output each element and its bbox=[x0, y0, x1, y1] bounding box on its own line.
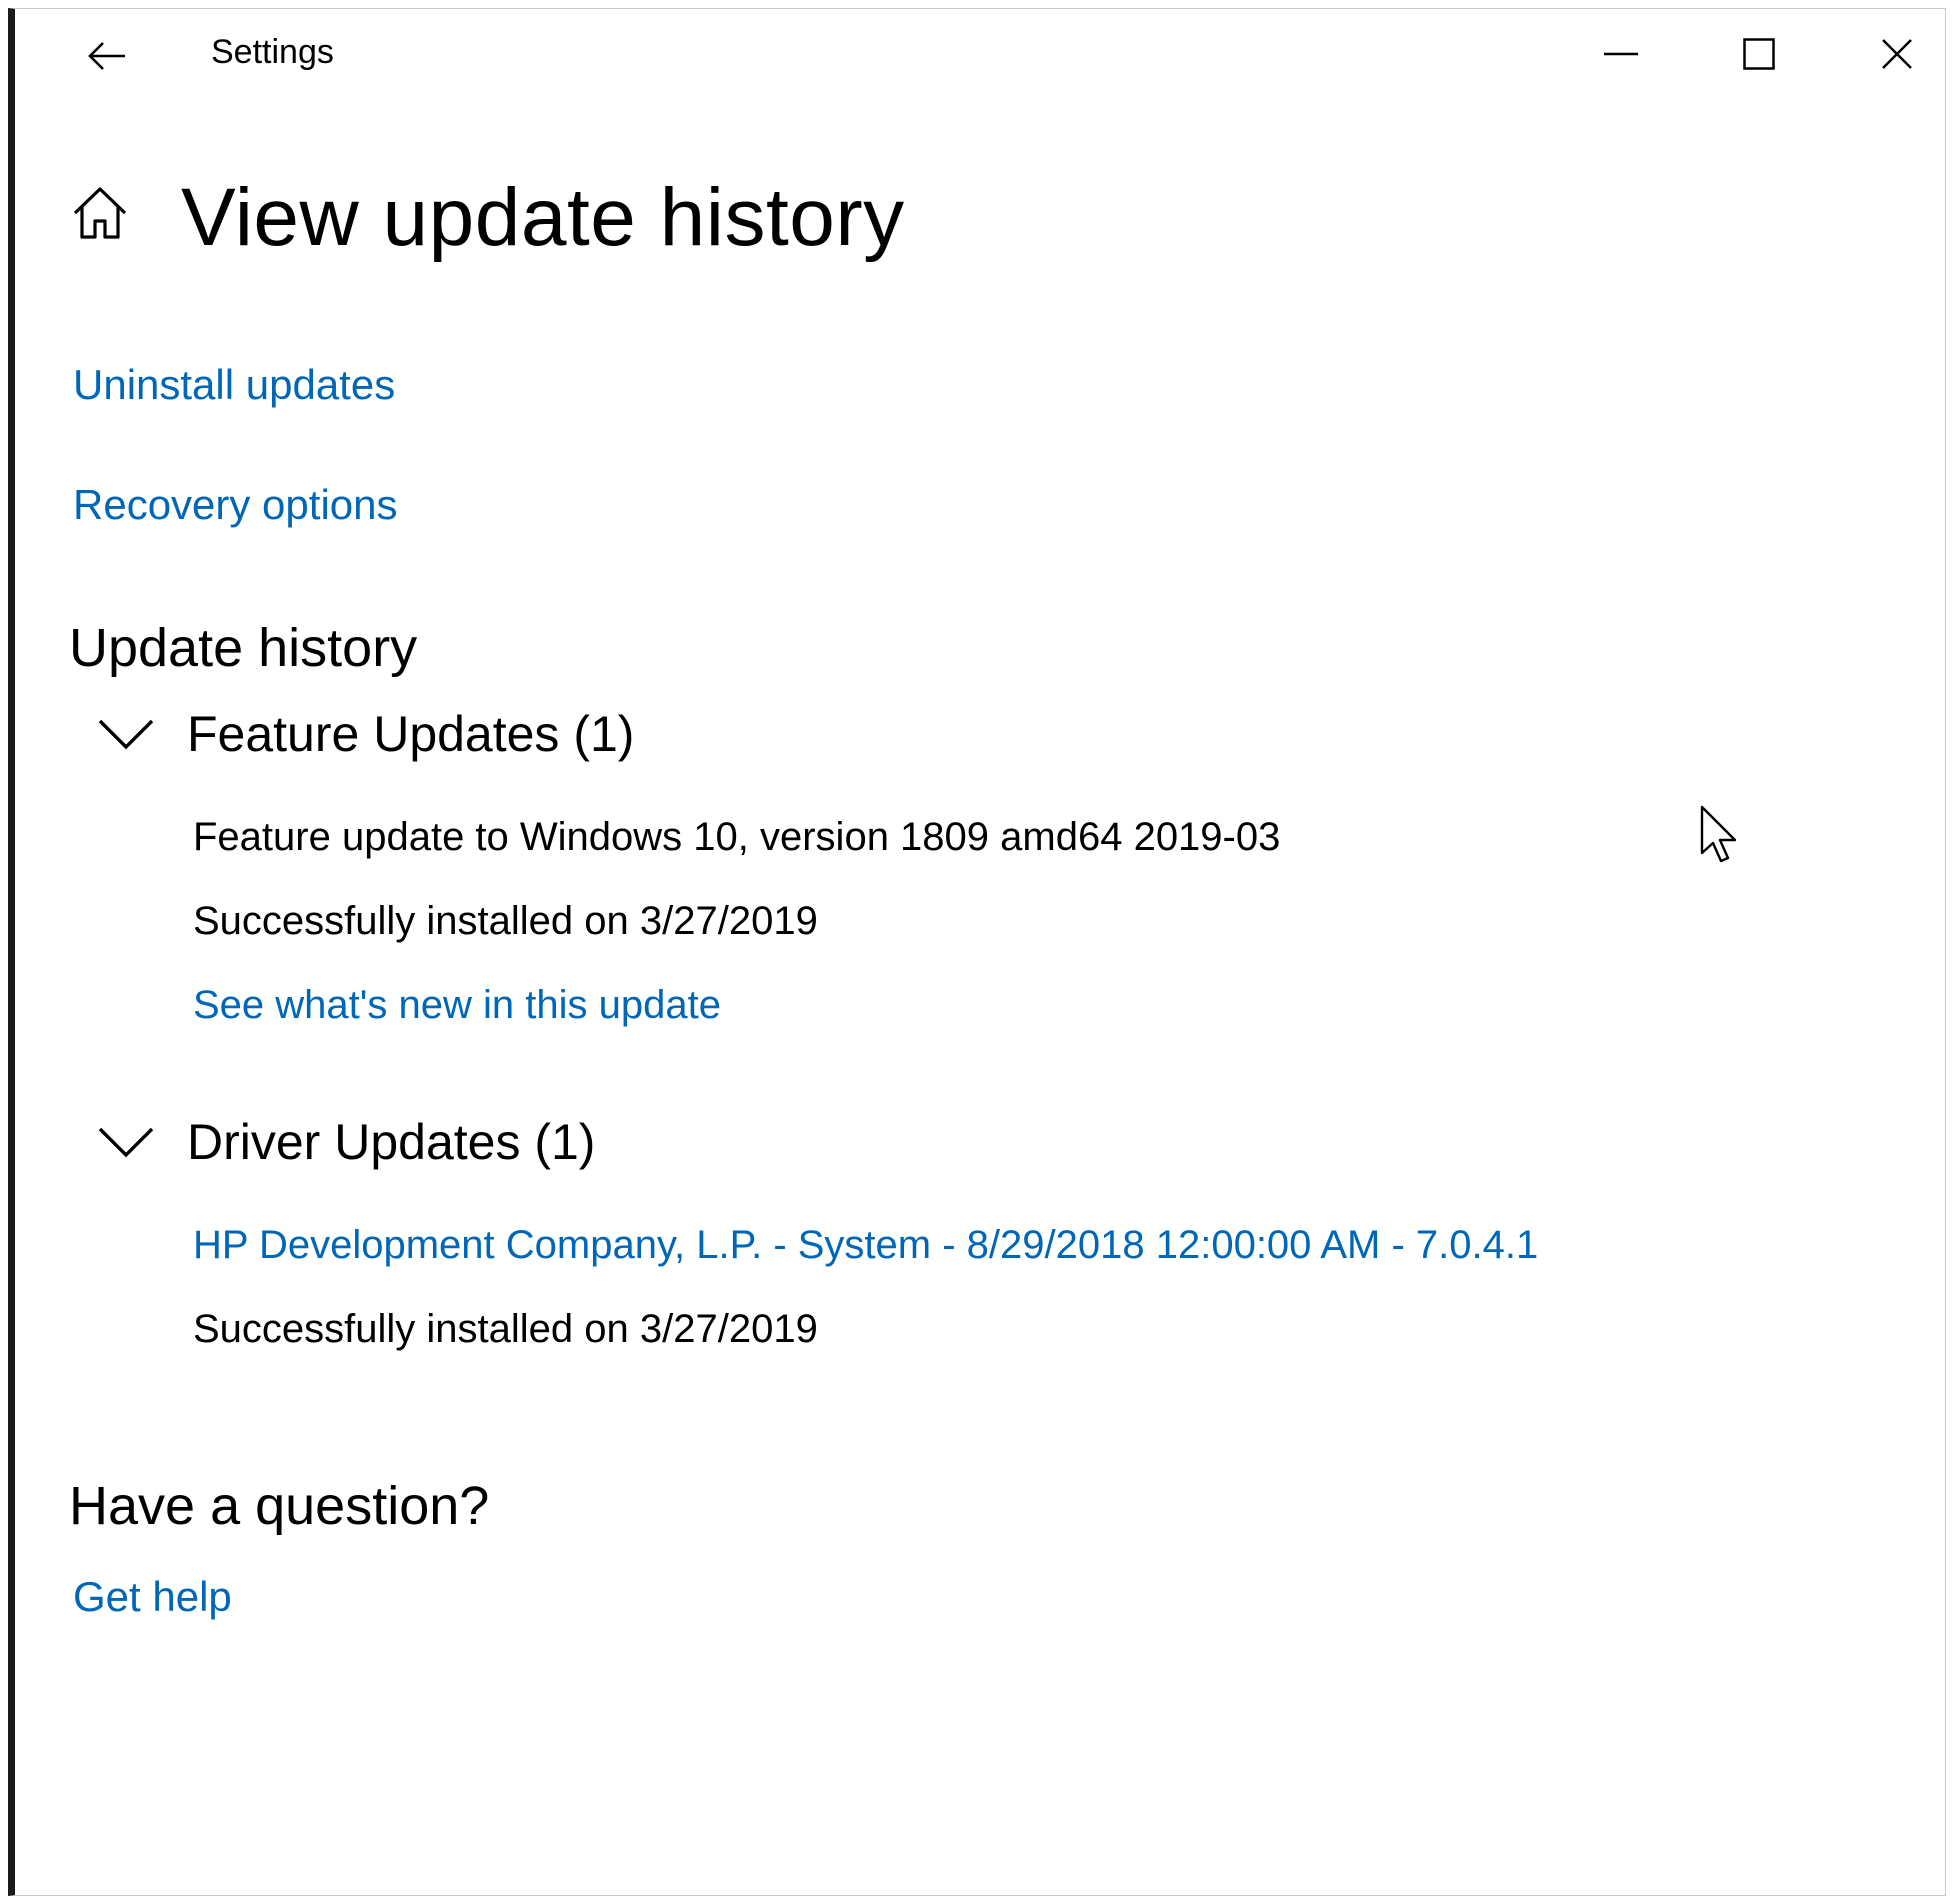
chevron-down-icon bbox=[97, 717, 169, 751]
uninstall-updates-link[interactable]: Uninstall updates bbox=[73, 361, 395, 409]
recovery-options-link[interactable]: Recovery options bbox=[73, 481, 398, 529]
home-button[interactable] bbox=[71, 185, 129, 241]
feature-updates-group-toggle[interactable]: Feature Updates (1) bbox=[97, 705, 634, 763]
driver-updates-label: Driver Updates (1) bbox=[187, 1114, 596, 1170]
window-title: Settings bbox=[211, 33, 334, 71]
driver-update-status: Successfully installed on 3/27/2019 bbox=[193, 1307, 818, 1351]
driver-update-link[interactable]: HP Development Company, L.P. - System - … bbox=[193, 1223, 1538, 1268]
feature-update-status: Successfully installed on 3/27/2019 bbox=[193, 899, 818, 943]
minimize-icon bbox=[1604, 52, 1638, 56]
get-help-link[interactable]: Get help bbox=[73, 1573, 232, 1621]
driver-updates-group-toggle[interactable]: Driver Updates (1) bbox=[97, 1113, 595, 1171]
settings-window: Settings View update history Uninstall u… bbox=[8, 8, 1946, 1896]
close-button[interactable] bbox=[1829, 19, 1954, 89]
see-whats-new-link[interactable]: See what's new in this update bbox=[193, 983, 721, 1028]
maximize-button[interactable] bbox=[1691, 19, 1827, 89]
back-button[interactable] bbox=[67, 29, 147, 83]
minimize-button[interactable] bbox=[1553, 19, 1689, 89]
close-icon bbox=[1882, 39, 1912, 69]
update-history-heading: Update history bbox=[69, 618, 418, 678]
have-a-question-heading: Have a question? bbox=[69, 1476, 490, 1536]
page-title: View update history bbox=[181, 172, 905, 263]
maximize-icon bbox=[1743, 38, 1775, 70]
back-arrow-icon bbox=[88, 42, 125, 70]
mouse-pointer-icon bbox=[1700, 805, 1740, 865]
home-icon bbox=[73, 187, 127, 239]
feature-update-name: Feature update to Windows 10, version 18… bbox=[193, 815, 1281, 859]
chevron-down-icon bbox=[97, 1125, 169, 1159]
feature-updates-label: Feature Updates (1) bbox=[187, 706, 635, 762]
